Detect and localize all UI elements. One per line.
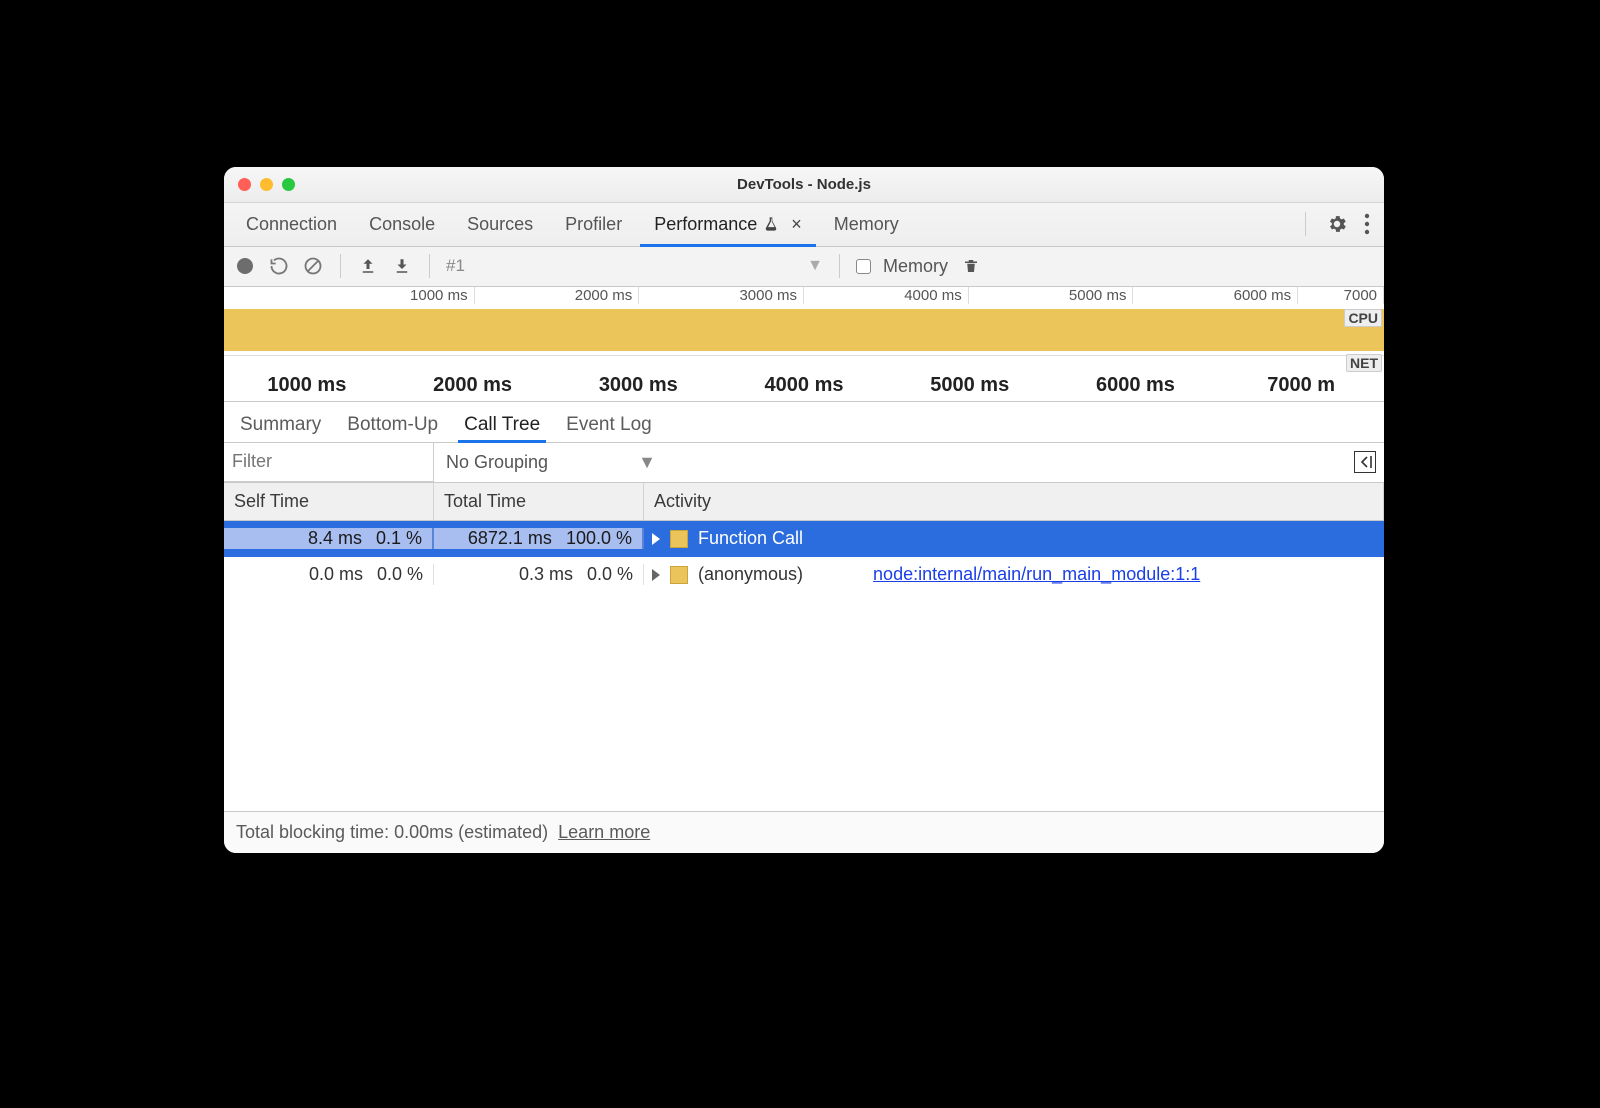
- grouping-dropdown[interactable]: No Grouping ▼: [434, 452, 668, 473]
- tick-label: 1000 ms: [224, 374, 390, 397]
- divider: [839, 254, 840, 278]
- activity-name: (anonymous): [698, 564, 803, 585]
- upload-button[interactable]: [357, 255, 379, 277]
- trash-button[interactable]: [960, 255, 982, 277]
- table-row[interactable]: 0.0 ms 0.0 % 0.3 ms 0.0 % (anonymous) node…: [224, 557, 1384, 593]
- tab-connection[interactable]: Connection: [230, 203, 353, 246]
- divider: [340, 254, 341, 278]
- cpu-activity-bar: [224, 309, 1384, 351]
- memory-checkbox[interactable]: [856, 259, 871, 274]
- self-time-value: 8.4 ms: [308, 528, 362, 549]
- tab-memory[interactable]: Memory: [818, 203, 915, 246]
- main-tabstrip: Connection Console Sources Profiler Perf…: [224, 203, 1384, 247]
- titlebar: DevTools - Node.js: [224, 167, 1384, 203]
- clear-button[interactable]: [302, 255, 324, 277]
- self-pct-value: 0.1 %: [376, 528, 422, 549]
- filter-bar: No Grouping ▼: [224, 443, 1384, 483]
- kebab-menu-icon[interactable]: [1364, 213, 1370, 235]
- total-pct-value: 100.0 %: [566, 528, 632, 549]
- tick-label: 4000 ms: [721, 374, 887, 397]
- disclosure-triangle-icon[interactable]: [652, 533, 660, 545]
- self-time-value: 0.0 ms: [309, 564, 363, 585]
- learn-more-link[interactable]: Learn more: [558, 822, 650, 842]
- devtools-window: DevTools - Node.js Connection Console So…: [224, 167, 1384, 853]
- tick-label: 7000: [1298, 287, 1384, 304]
- source-link[interactable]: node:internal/main/run_main_module:1:1: [873, 564, 1200, 585]
- subtab-call-tree[interactable]: Call Tree: [462, 408, 542, 442]
- tick-label: 4000 ms: [804, 287, 969, 304]
- tick-label: 3000 ms: [555, 374, 721, 397]
- close-tab-button[interactable]: ×: [791, 214, 802, 235]
- dropdown-caret-icon: ▼: [638, 452, 656, 473]
- total-pct-value: 0.0 %: [587, 564, 633, 585]
- col-self-time[interactable]: Self Time: [224, 483, 434, 520]
- footer: Total blocking time: 0.00ms (estimated) …: [224, 811, 1384, 853]
- tick-label: 1000 ms: [310, 287, 475, 304]
- timeline-overview[interactable]: 1000 ms 2000 ms 3000 ms 4000 ms 5000 ms …: [224, 287, 1384, 402]
- cpu-lane-label: CPU: [1344, 309, 1382, 327]
- call-tree-rows: 8.4 ms 0.1 % 6872.1 ms 100.0 % Function Ca…: [224, 521, 1384, 811]
- tab-label: Profiler: [565, 214, 622, 235]
- table-row[interactable]: 8.4 ms 0.1 % 6872.1 ms 100.0 % Function Ca…: [224, 521, 1384, 557]
- tab-console[interactable]: Console: [353, 203, 451, 246]
- subtab-event-log[interactable]: Event Log: [564, 408, 654, 442]
- tick-label: 6000 ms: [1053, 374, 1219, 397]
- subtab-summary[interactable]: Summary: [238, 408, 323, 442]
- flask-icon: [763, 216, 779, 232]
- tab-label: Memory: [834, 214, 899, 235]
- collapse-sidebar-button[interactable]: [1354, 451, 1376, 473]
- dropdown-caret-icon[interactable]: ▼: [807, 257, 823, 275]
- col-total-time[interactable]: Total Time: [434, 483, 644, 520]
- memory-checkbox-label: Memory: [883, 256, 948, 277]
- subtab-bottom-up[interactable]: Bottom-Up: [345, 408, 440, 442]
- tab-label: Sources: [467, 214, 533, 235]
- disclosure-triangle-icon[interactable]: [652, 569, 660, 581]
- cpu-lane: CPU: [224, 309, 1384, 355]
- divider: [1305, 212, 1306, 236]
- table-header: Self Time Total Time Activity: [224, 483, 1384, 521]
- divider: [429, 254, 430, 278]
- tab-profiler[interactable]: Profiler: [549, 203, 638, 246]
- tab-label: Console: [369, 214, 435, 235]
- total-time-value: 0.3 ms: [519, 564, 573, 585]
- activity-color-swatch: [670, 566, 688, 584]
- tab-sources[interactable]: Sources: [451, 203, 549, 246]
- download-button[interactable]: [391, 255, 413, 277]
- session-id[interactable]: #1: [446, 256, 465, 276]
- tab-performance[interactable]: Performance ×: [638, 203, 818, 246]
- tick-label: 7000 m: [1218, 374, 1384, 397]
- tick-label: 2000 ms: [475, 287, 640, 304]
- tick-label: 5000 ms: [969, 287, 1134, 304]
- tick-label: 6000 ms: [1133, 287, 1298, 304]
- timeline-ruler-large[interactable]: 1000 ms 2000 ms 3000 ms 4000 ms 5000 ms …: [224, 371, 1384, 401]
- timeline-ruler-small: 1000 ms 2000 ms 3000 ms 4000 ms 5000 ms …: [224, 287, 1384, 309]
- tab-label: Connection: [246, 214, 337, 235]
- tick-label: 3000 ms: [639, 287, 804, 304]
- self-pct-value: 0.0 %: [377, 564, 423, 585]
- reload-button[interactable]: [268, 255, 290, 277]
- tab-label: Performance: [654, 214, 757, 235]
- tick-label: 5000 ms: [887, 374, 1053, 397]
- recording-toolbar: #1 ▼ Memory: [224, 247, 1384, 287]
- window-title: DevTools - Node.js: [224, 176, 1384, 193]
- total-time-value: 6872.1 ms: [468, 528, 552, 549]
- blocking-time-text: Total blocking time: 0.00ms (estimated): [236, 822, 548, 842]
- filter-input[interactable]: [224, 443, 434, 482]
- col-activity[interactable]: Activity: [644, 483, 1384, 520]
- activity-name: Function Call: [698, 528, 803, 549]
- detail-tabstrip: Summary Bottom-Up Call Tree Event Log: [224, 402, 1384, 443]
- gear-icon[interactable]: [1326, 213, 1348, 235]
- grouping-label: No Grouping: [446, 452, 548, 473]
- activity-color-swatch: [670, 530, 688, 548]
- record-button[interactable]: [234, 255, 256, 277]
- net-lane-label: NET: [1346, 354, 1382, 372]
- tick-label: 2000 ms: [390, 374, 556, 397]
